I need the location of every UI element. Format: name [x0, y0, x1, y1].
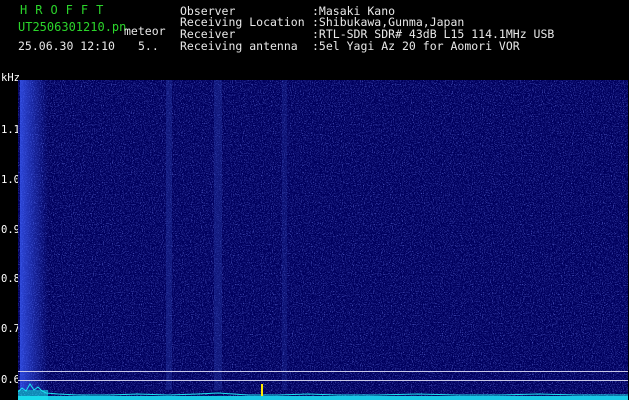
date-time: 25.06.30 12:10	[18, 39, 115, 53]
baseline-strip	[18, 396, 628, 400]
event-marker	[261, 384, 263, 396]
noise-layer	[18, 80, 628, 400]
vertical-band-2	[214, 80, 222, 390]
antenna-value: :5el Yagi Az 20 for Aomori VOR	[312, 39, 520, 53]
left-band	[20, 80, 48, 390]
spectrogram-plot	[18, 80, 628, 400]
spectrogram-svg	[18, 80, 628, 400]
vertical-band-3	[282, 80, 287, 390]
meteor-count: 5..	[138, 39, 159, 53]
antenna-label: Receiving antenna	[180, 39, 298, 53]
app-logo: HROFFT	[20, 3, 112, 17]
reference-line-upper	[18, 371, 628, 372]
reference-line-lower	[18, 380, 628, 381]
vertical-band-1	[166, 80, 172, 390]
left-trace-block	[18, 390, 48, 400]
file-name: UT2506301210.pn	[18, 20, 127, 34]
meteor-label: meteor	[124, 24, 166, 38]
